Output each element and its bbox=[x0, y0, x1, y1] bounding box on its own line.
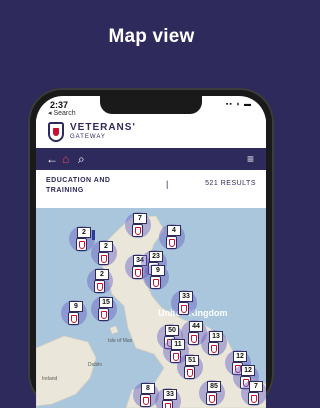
map-marker-icon[interactable] bbox=[98, 308, 109, 321]
category-filter-label[interactable]: EDUCATION AND TRAINING bbox=[46, 176, 146, 196]
brand-name[interactable]: VETERANS' bbox=[70, 122, 136, 133]
cluster-count[interactable]: 4 bbox=[167, 225, 181, 236]
map-marker-icon[interactable] bbox=[188, 332, 199, 345]
map-marker-icon[interactable] bbox=[94, 280, 105, 293]
map-marker-icon[interactable] bbox=[206, 392, 217, 405]
search-icon[interactable]: ⌕ bbox=[78, 151, 85, 167]
cluster-count[interactable]: 8 bbox=[141, 383, 155, 394]
promo-title: Map view bbox=[108, 26, 195, 47]
filter-separator: | bbox=[166, 179, 169, 189]
cluster-count[interactable]: 2 bbox=[95, 269, 109, 280]
phone-screen: 2:37 ◂ Search ▪▪ ◗ ▬ VETERANS' GATEWAY ←… bbox=[36, 96, 266, 408]
cluster-count[interactable]: 12 bbox=[241, 365, 255, 376]
cluster-count[interactable]: 7 bbox=[133, 213, 147, 224]
map-marker-icon[interactable] bbox=[248, 392, 259, 405]
cluster-count[interactable]: 33 bbox=[179, 291, 193, 302]
cluster-count[interactable]: 12 bbox=[233, 351, 247, 362]
status-icons: ▪▪ ◗ ▬ bbox=[225, 101, 252, 108]
cluster-count[interactable]: 9 bbox=[69, 301, 83, 312]
map-marker-icon[interactable] bbox=[68, 312, 79, 325]
veterans-crest-icon[interactable] bbox=[48, 122, 64, 142]
map-label-dublin: Dublin bbox=[88, 362, 103, 368]
map-marker-icon[interactable] bbox=[98, 252, 109, 265]
phone-notch bbox=[100, 96, 202, 114]
brand-header: VETERANS' GATEWAY bbox=[36, 118, 266, 149]
cluster-count[interactable]: 2 bbox=[77, 227, 91, 238]
results-count: 521 RESULTS bbox=[205, 180, 256, 187]
cluster-count[interactable]: 9 bbox=[151, 265, 165, 276]
cluster-count[interactable]: 50 bbox=[165, 325, 179, 336]
cluster-count[interactable]: 23 bbox=[149, 251, 163, 262]
filter-bar: EDUCATION AND TRAINING | 521 RESULTS bbox=[36, 170, 266, 209]
map-marker-icon[interactable] bbox=[132, 224, 143, 237]
cluster-count[interactable]: 44 bbox=[189, 321, 203, 332]
map-marker-icon[interactable] bbox=[184, 366, 195, 379]
selected-marker-indicator bbox=[92, 230, 95, 240]
home-icon[interactable]: ⌂ bbox=[62, 151, 69, 167]
phone-frame: 2:37 ◂ Search ▪▪ ◗ ▬ VETERANS' GATEWAY ←… bbox=[28, 88, 274, 408]
map-marker-icon[interactable] bbox=[76, 238, 87, 251]
cluster-count[interactable]: 13 bbox=[209, 331, 223, 342]
cluster-count[interactable]: 2 bbox=[99, 241, 113, 252]
nav-bar: ← ⌂ ⌕ ≡ bbox=[36, 148, 266, 170]
map-marker-icon[interactable] bbox=[150, 276, 161, 289]
map-label-isle-of-man: Isle of Man bbox=[108, 338, 133, 344]
map-marker-icon[interactable] bbox=[178, 302, 189, 315]
map-marker-icon[interactable] bbox=[140, 394, 151, 407]
brand-subtitle: GATEWAY bbox=[70, 134, 106, 140]
map-marker-icon[interactable] bbox=[166, 236, 177, 249]
cluster-count[interactable]: 11 bbox=[171, 339, 185, 350]
menu-icon[interactable]: ≡ bbox=[247, 151, 254, 167]
cluster-count[interactable]: 15 bbox=[99, 297, 113, 308]
map-marker-icon[interactable] bbox=[162, 400, 173, 408]
cluster-count[interactable]: 33 bbox=[163, 389, 177, 400]
cluster-count[interactable]: 51 bbox=[185, 355, 199, 366]
back-arrow-icon[interactable]: ← bbox=[46, 151, 58, 167]
map-view[interactable]: United Kingdom Isle of Man Dublin Irelan… bbox=[36, 208, 266, 408]
map-marker-icon[interactable] bbox=[208, 342, 219, 355]
back-to-search-link[interactable]: ◂ Search bbox=[48, 109, 76, 117]
map-label-ireland: Ireland bbox=[42, 376, 58, 382]
